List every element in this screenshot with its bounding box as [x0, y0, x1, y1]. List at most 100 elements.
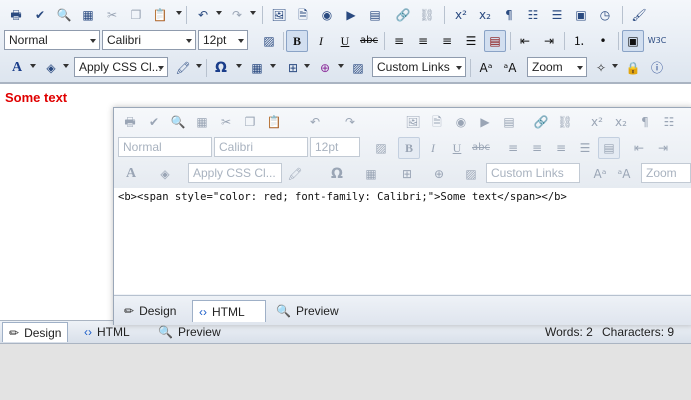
- highlight-color-icon[interactable]: ◈: [40, 57, 62, 79]
- paste-icon[interactable]: 📋: [263, 111, 285, 133]
- custom-links-dropdown[interactable]: Custom Links: [372, 57, 466, 77]
- tab-html[interactable]: ‹› HTML: [192, 300, 266, 322]
- remove-link-icon[interactable]: ⛓: [554, 111, 576, 133]
- tab-design[interactable]: ✏ Design: [118, 300, 182, 322]
- module-manager-dropdown-icon[interactable]: [612, 64, 618, 68]
- align-right-icon[interactable]: ≡: [436, 30, 458, 52]
- insert-snippet-icon[interactable]: ⊕: [314, 57, 336, 79]
- align-none-icon[interactable]: ▤: [598, 137, 620, 159]
- highlight-dropdown-icon[interactable]: [63, 64, 69, 68]
- image-properties-icon[interactable]: ▨: [370, 137, 392, 159]
- convert-upper-icon[interactable]: Aᵃ: [475, 57, 497, 79]
- justify-icon[interactable]: ☰: [574, 137, 596, 159]
- cut-icon[interactable]: ✂: [101, 4, 123, 26]
- template-icon[interactable]: ▣: [570, 4, 592, 26]
- align-center-icon[interactable]: ≡: [526, 137, 548, 159]
- symbols-icon[interactable]: Ω: [210, 57, 232, 79]
- insert-table-icon[interactable]: ☷: [522, 4, 544, 26]
- insert-video-icon[interactable]: ▶: [340, 4, 362, 26]
- paragraph-icon[interactable]: ¶: [498, 4, 520, 26]
- symbols-dropdown-icon[interactable]: [236, 64, 242, 68]
- size-dropdown[interactable]: 12pt: [198, 30, 248, 50]
- insert-flash-icon[interactable]: ◉: [450, 111, 472, 133]
- paste-dropdown-icon[interactable]: [176, 11, 182, 15]
- font-dropdown[interactable]: Calibri: [214, 137, 308, 157]
- font-color-icon[interactable]: A: [6, 57, 28, 79]
- paragraph-icon[interactable]: ¶: [634, 111, 656, 133]
- highlight-color-icon[interactable]: ◈: [154, 163, 176, 185]
- insert-table-icon[interactable]: ☷: [658, 111, 680, 133]
- convert-lower-icon[interactable]: ᵃA: [499, 57, 521, 79]
- css-class-dropdown[interactable]: Apply CSS Cl...: [74, 57, 168, 77]
- image-manager-icon[interactable]: ▨: [347, 57, 369, 79]
- insert-media-icon[interactable]: 🗎: [292, 4, 314, 26]
- paste-options-icon[interactable]: ⊞: [396, 163, 418, 185]
- indent-icon[interactable]: ⇥: [652, 137, 674, 159]
- numbered-list-icon[interactable]: ⒈: [568, 30, 590, 52]
- bulleted-list-icon[interactable]: •: [592, 30, 614, 52]
- insert-date-icon[interactable]: ◷: [594, 4, 616, 26]
- image-manager-icon[interactable]: ▨: [460, 163, 482, 185]
- spellcheck-icon[interactable]: ✔: [143, 111, 165, 133]
- format-dropdown[interactable]: Normal: [4, 30, 100, 50]
- strikethrough-button[interactable]: abc: [470, 137, 492, 159]
- remove-link-icon[interactable]: ⛓: [416, 4, 438, 26]
- align-none-icon[interactable]: ▤: [484, 30, 506, 52]
- superscript-icon[interactable]: x²: [586, 111, 608, 133]
- outdent-icon[interactable]: ⇤: [628, 137, 650, 159]
- insert-image-icon[interactable]: 🖼: [268, 4, 290, 26]
- justify-icon[interactable]: ☰: [460, 30, 482, 52]
- align-right-icon[interactable]: ≡: [550, 137, 572, 159]
- image-properties-icon[interactable]: ▨: [258, 30, 280, 52]
- superscript-icon[interactable]: x²: [450, 4, 472, 26]
- about-icon[interactable]: ⓘ: [646, 57, 668, 79]
- strikethrough-button[interactable]: abc: [358, 30, 380, 52]
- paste-icon[interactable]: 📋: [149, 4, 171, 26]
- insert-video-icon[interactable]: ▶: [474, 111, 496, 133]
- format-painter-icon[interactable]: 🖌: [628, 4, 650, 26]
- insert-document-icon[interactable]: ▤: [498, 111, 520, 133]
- table-icon[interactable]: ▦: [360, 163, 382, 185]
- custom-links-dropdown[interactable]: Custom Links: [486, 163, 580, 183]
- font-color-icon[interactable]: A: [120, 163, 142, 185]
- insert-media-icon[interactable]: 🗎: [426, 111, 448, 133]
- subscript-icon[interactable]: x₂: [610, 111, 632, 133]
- redo-icon[interactable]: ↷: [226, 4, 248, 26]
- tab-html[interactable]: ‹› HTML: [78, 322, 136, 342]
- underline-button[interactable]: U: [446, 137, 468, 159]
- toggle-borders-icon[interactable]: ▣: [622, 30, 644, 52]
- module-manager-icon[interactable]: ✧: [590, 57, 612, 79]
- insert-document-icon[interactable]: ▤: [364, 4, 386, 26]
- table-icon[interactable]: ▦: [246, 57, 268, 79]
- bold-button[interactable]: B: [286, 30, 308, 52]
- cut-icon[interactable]: ✂: [215, 111, 237, 133]
- css-class-dropdown[interactable]: Apply CSS Cl...: [188, 163, 282, 183]
- subscript-icon[interactable]: x₂: [474, 4, 496, 26]
- hyperlink-icon[interactable]: 🔗: [392, 4, 414, 26]
- italic-button[interactable]: I: [422, 137, 444, 159]
- symbols-icon[interactable]: Ω: [326, 163, 348, 185]
- convert-lower-icon[interactable]: ᵃA: [613, 163, 635, 185]
- size-dropdown[interactable]: 12pt: [310, 137, 360, 157]
- insert-image-icon[interactable]: 🖼: [402, 111, 424, 133]
- undo-dropdown-icon[interactable]: [216, 11, 222, 15]
- convert-upper-icon[interactable]: Aᵃ: [589, 163, 611, 185]
- w3c-validator-icon[interactable]: W3C: [646, 30, 668, 52]
- html-source-editor[interactable]: <b><span style="color: red; font-family:…: [114, 188, 691, 294]
- select-all-icon[interactable]: ▦: [191, 111, 213, 133]
- undo-icon[interactable]: ↶: [304, 111, 326, 133]
- hyperlink-icon[interactable]: 🔗: [530, 111, 552, 133]
- tab-preview[interactable]: 🔍 Preview: [270, 300, 345, 322]
- spellcheck-icon[interactable]: ✔: [29, 4, 51, 26]
- indent-icon[interactable]: ⇥: [538, 30, 560, 52]
- select-all-icon[interactable]: ▦: [77, 4, 99, 26]
- zoom-dropdown[interactable]: Zoom: [641, 163, 691, 183]
- format-dropdown[interactable]: Normal: [118, 137, 212, 157]
- print-icon[interactable]: 🖶: [119, 111, 141, 133]
- paste-options-dropdown-icon[interactable]: [304, 64, 310, 68]
- italic-button[interactable]: I: [310, 30, 332, 52]
- insert-flash-icon[interactable]: ◉: [316, 4, 338, 26]
- tab-preview[interactable]: 🔍 Preview: [152, 322, 227, 342]
- font-dropdown[interactable]: Calibri: [102, 30, 196, 50]
- format-stripper-icon[interactable]: 🖍: [284, 163, 306, 185]
